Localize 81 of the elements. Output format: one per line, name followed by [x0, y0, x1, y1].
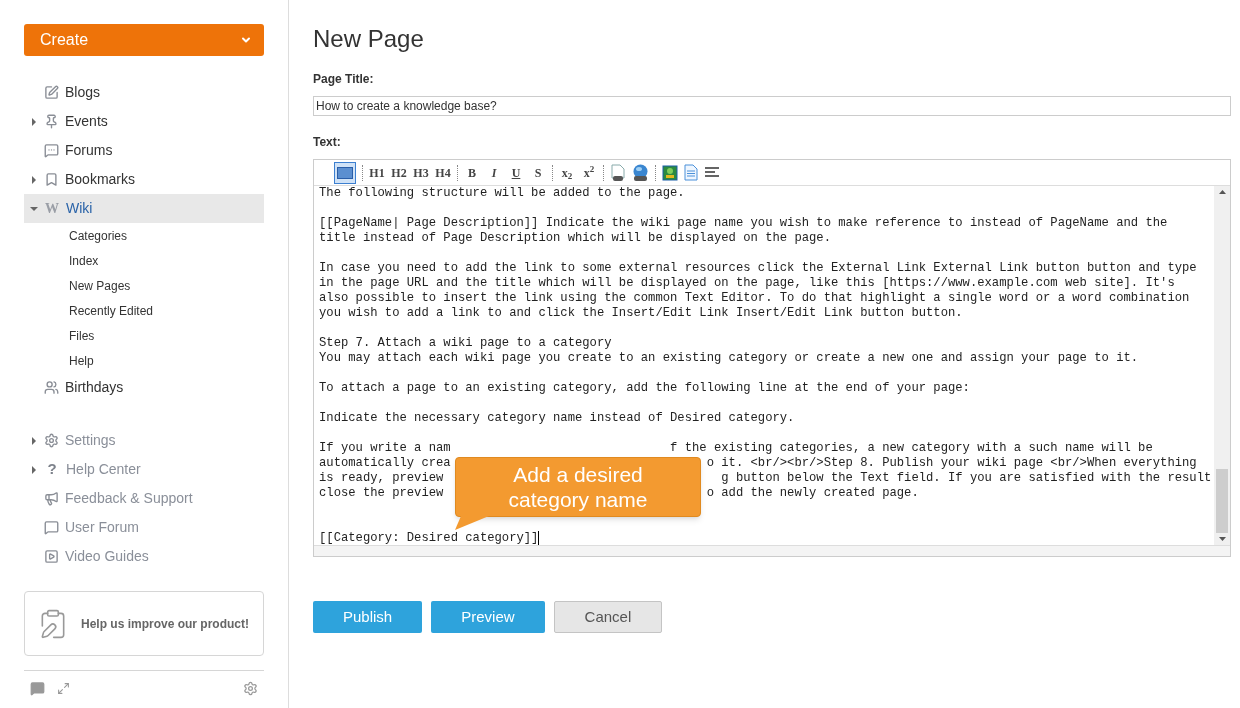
bookmark-icon	[44, 172, 59, 187]
editor-line: automatically crea	[319, 456, 451, 470]
editor-line: If you write a nam	[319, 441, 451, 455]
format-button[interactable]: H1	[369, 163, 385, 182]
settings-icon	[44, 433, 59, 448]
settings-icon[interactable]	[243, 681, 258, 696]
page-title-label: Page Title:	[313, 71, 375, 88]
editor-line: You may attach each wiki page you create to an existing category or create a new one and assign your page to it.	[319, 351, 1139, 365]
help-menu-item[interactable]: ? Help Center	[24, 455, 264, 484]
sidebar-item[interactable]: Events	[24, 107, 264, 136]
sidebar-item[interactable]: Bookmarks	[24, 165, 264, 194]
sidebar-item[interactable]: W Wiki	[24, 194, 264, 223]
chat-icon[interactable]	[30, 681, 45, 696]
editor-line: close the preview	[319, 486, 444, 500]
format-button[interactable]: H2	[391, 163, 407, 182]
expand-icon[interactable]	[57, 682, 70, 695]
caret-right-icon[interactable]	[30, 465, 38, 474]
megaphone-icon	[44, 491, 59, 506]
editor-line: is ready, preview	[319, 471, 444, 485]
sidebar-subitem[interactable]: Index	[24, 248, 264, 273]
format-button[interactable]: U	[508, 163, 524, 182]
pin-icon	[44, 114, 59, 129]
format-button[interactable]: H3	[413, 163, 429, 182]
globe-link-icon[interactable]	[632, 163, 649, 182]
caret-right-icon[interactable]	[30, 175, 38, 184]
play-icon	[44, 549, 59, 564]
sidebar-subitem[interactable]: Categories	[24, 223, 264, 248]
editor-line: also possible to insert the link using the common Text Editor. To do that highlight a single word or a word combination	[319, 291, 1190, 305]
format-button[interactable]: H4	[435, 163, 451, 182]
format-button[interactable]: I	[486, 163, 502, 182]
editor-line: you wish to add a link to and click the Insert/Edit Link Insert/Edit Link button button.	[319, 306, 963, 320]
text-cursor	[538, 531, 540, 545]
caret-down-icon[interactable]	[30, 204, 38, 213]
editor-line: in the page URL and the title which will be displayed on the page, like this [https://www.example.com web site]. It's	[319, 276, 1175, 290]
editor-line: f the existing categories, a new category with a such name will be	[670, 441, 1153, 456]
caret-right-icon[interactable]	[30, 436, 38, 445]
scroll-up-icon[interactable]	[1218, 190, 1226, 194]
editor-line: g button below the Text field. If you are satisfied with the result	[721, 471, 1212, 486]
cancel-button[interactable]: Cancel	[553, 601, 663, 633]
editor-line: The following structure will be added to the page.	[319, 186, 685, 200]
editor-line: o it. <br/><br/>Step 8. Publish your wiki page <br/>When everything	[706, 456, 1197, 471]
document-icon[interactable]	[684, 164, 698, 181]
scroll-down-icon[interactable]	[1218, 537, 1226, 541]
people-icon	[44, 380, 59, 395]
format-button[interactable]: B	[464, 163, 480, 182]
sidebar-item[interactable]: Birthdays	[24, 373, 264, 402]
editor-line: [[Category: Desired category]]	[319, 531, 539, 545]
pen-square-icon	[44, 85, 59, 100]
feedback-card[interactable]: Help us improve our product!	[24, 591, 264, 656]
format-button[interactable]: S	[530, 163, 546, 182]
sidebar-subitem[interactable]: Help	[24, 348, 264, 373]
speech-bubble-icon	[44, 520, 59, 535]
editor-line: In case you need to add the link to some external resources click the External Link External Link button button and type	[319, 261, 1197, 275]
page-title-field[interactable]: How to create a knowledge base?	[313, 96, 1231, 116]
editor-line: [[PageName| Page Description]] Indicate the wiki page name you wish to make reference to instead of PageName and the	[319, 216, 1168, 230]
sidebar-item[interactable]: Blogs	[24, 78, 264, 107]
format-button[interactable]: x$^{2}$	[581, 163, 597, 182]
sidebar-subitem[interactable]: Recently Edited	[24, 298, 264, 323]
file-link-icon[interactable]	[610, 163, 626, 182]
callout-pointer	[455, 516, 491, 530]
format-button[interactable]: x$_{2}$	[559, 163, 575, 182]
sidebar-subitem[interactable]: New Pages	[24, 273, 264, 298]
text-label: Text:	[313, 134, 342, 151]
editor-line: Indicate the necessary category name instead of Desired category.	[319, 411, 795, 425]
wiki-mode-toggle[interactable]	[334, 161, 356, 184]
sidebar-subitem[interactable]: Files	[24, 323, 264, 348]
page-heading: New Page	[313, 24, 425, 54]
chat-bubble-icon	[44, 143, 59, 158]
sidebar-item[interactable]: Forums	[24, 136, 264, 165]
editor-line: Step 7. Attach a wiki page to a category	[319, 336, 612, 350]
question-icon: ?	[44, 458, 60, 481]
scrollbar[interactable]	[1214, 186, 1230, 545]
feedback-text: Help us improve our product!	[81, 615, 249, 633]
caret-right-icon[interactable]	[30, 117, 38, 126]
image-icon[interactable]	[662, 164, 678, 181]
align-lines-icon[interactable]	[704, 166, 720, 179]
editor-line: o add the newly created page.	[706, 486, 919, 501]
editor-line: To attach a page to an existing category, add the following line at the end of your page:	[319, 381, 970, 395]
editor-line: title instead of Page Description which will be displayed on the page.	[319, 231, 831, 245]
scrollbar-thumb[interactable]	[1216, 469, 1228, 533]
wiki-icon: W	[44, 198, 60, 219]
